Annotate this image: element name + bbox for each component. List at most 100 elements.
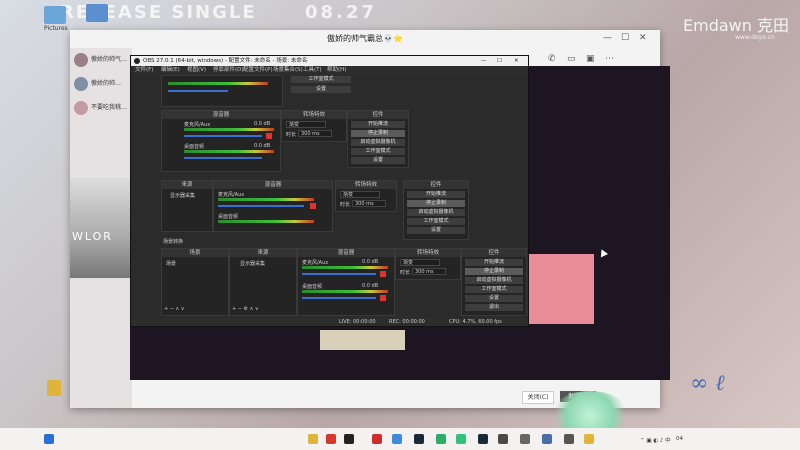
- chat-contact-list: 傲娇的帅气… 傲娇的帅… 不要吃我桃… WLOR: [70, 48, 132, 408]
- mute-icon[interactable]: [310, 203, 316, 209]
- mixer-track-name: 桌面音频: [184, 144, 205, 150]
- monitor-icon[interactable]: [86, 4, 108, 22]
- audio-level-meter: [184, 150, 274, 153]
- source-item[interactable]: 显示器采集: [240, 260, 265, 267]
- menu-edit[interactable]: 编辑(E): [161, 66, 180, 75]
- transition-select[interactable]: 渐变: [400, 259, 440, 266]
- wechat-icon[interactable]: [436, 434, 446, 444]
- minimize-icon[interactable]: —: [603, 33, 612, 43]
- volume-slider[interactable]: [168, 90, 228, 92]
- audio-level-meter: [218, 220, 314, 223]
- steam-icon[interactable]: [478, 434, 488, 444]
- qq-music-icon[interactable]: [456, 434, 466, 444]
- studio-mode-button[interactable]: 工作室模式: [465, 286, 523, 293]
- chat-window-title: 傲娇的帅气霸总💀⭐: [327, 34, 403, 43]
- exit-button[interactable]: 退出: [465, 304, 523, 311]
- audio-level-meter: [184, 128, 274, 131]
- duration-field[interactable]: 300 ms: [298, 130, 332, 137]
- settings-button[interactable]: 设置: [291, 86, 351, 93]
- red-app-icon[interactable]: [326, 434, 336, 444]
- rec-timer: REC: 00:00:00: [389, 319, 425, 325]
- stop-recording-button[interactable]: 停止录制: [351, 130, 405, 137]
- maximize-icon[interactable]: ☐: [497, 56, 502, 66]
- avatar: [74, 77, 88, 91]
- menu-profile[interactable]: 配置文件(P): [243, 66, 273, 75]
- stop-recording-button[interactable]: 停止录制: [407, 200, 465, 207]
- menu-scene-collection[interactable]: 场景集合(S): [273, 66, 303, 75]
- chrome-icon[interactable]: [392, 434, 402, 444]
- duration-field[interactable]: 300 ms: [412, 268, 446, 275]
- video-call-icon[interactable]: ▭: [567, 54, 576, 64]
- windows-logo-icon[interactable]: [44, 434, 54, 444]
- folder-icon[interactable]: [47, 380, 61, 396]
- game-icon[interactable]: [498, 434, 508, 444]
- obs-app-icon[interactable]: [564, 434, 574, 444]
- contact-item[interactable]: 傲娇的帅…: [74, 74, 130, 96]
- transition-select[interactable]: 渐变: [286, 121, 326, 128]
- add-remove-icons[interactable]: + − ∧ ∨: [164, 306, 184, 312]
- netease-music-icon[interactable]: [372, 434, 382, 444]
- menu-docks[interactable]: 停靠部件(D): [213, 66, 244, 75]
- panel-header: 混音器: [298, 249, 394, 257]
- duration-label: 时长: [340, 202, 351, 208]
- mute-icon[interactable]: [380, 271, 386, 277]
- duration-label: 时长: [286, 132, 297, 138]
- mixer-track-db: 0.0 dB: [362, 283, 379, 289]
- watermark-url: www.doyo.cn: [735, 34, 775, 41]
- studio-mode-button[interactable]: 工作室模式: [407, 218, 465, 225]
- image-folder-icon[interactable]: [44, 6, 66, 24]
- close-button[interactable]: 关闭(C): [522, 391, 554, 404]
- screen-share-icon[interactable]: ▣: [586, 54, 595, 64]
- settings-button[interactable]: 设置: [351, 157, 405, 164]
- studio-mode-button[interactable]: 工作室模式: [291, 76, 351, 83]
- start-streaming-button[interactable]: 开始推流: [351, 121, 405, 128]
- pink-brick-block: [528, 254, 594, 324]
- phone-icon[interactable]: ✆: [548, 54, 556, 64]
- scene-item[interactable]: 场景: [166, 260, 176, 267]
- record-icon[interactable]: [520, 434, 530, 444]
- qq-icon[interactable]: [344, 434, 354, 444]
- folder-icon[interactable]: [584, 434, 594, 444]
- add-remove-icons[interactable]: + − ⚙ ∧ ∨: [232, 306, 259, 312]
- app-icon[interactable]: [542, 434, 552, 444]
- menu-view[interactable]: 视图(V): [187, 66, 206, 75]
- volume-slider[interactable]: [218, 205, 304, 207]
- mixer-track-db: 0.0 dB: [254, 121, 271, 127]
- volume-slider[interactable]: [184, 135, 262, 137]
- volume-slider[interactable]: [302, 273, 376, 275]
- virtual-camera-button[interactable]: 启动虚拟摄像机: [465, 277, 523, 284]
- tray-icons[interactable]: ⌃ ▣ ◐ ♪ 中: [640, 436, 671, 444]
- stop-recording-button[interactable]: 停止录制: [465, 268, 523, 275]
- source-item[interactable]: 显示器采集: [170, 192, 195, 199]
- virtual-camera-button[interactable]: 启动虚拟摄像机: [351, 139, 405, 146]
- controls-panel: 控件 开始推流 停止录制 启动虚拟摄像机 工作室模式 设置: [403, 180, 469, 240]
- settings-button[interactable]: 设置: [465, 295, 523, 302]
- mute-icon[interactable]: [266, 133, 272, 139]
- panel-header: 来源: [230, 249, 296, 257]
- contact-item[interactable]: 不要吃我桃…: [74, 98, 130, 120]
- panel-header: 来源: [162, 181, 212, 189]
- settings-button[interactable]: 设置: [407, 227, 465, 234]
- duration-field[interactable]: 300 ms: [352, 200, 386, 207]
- volume-slider[interactable]: [184, 157, 262, 159]
- file-explorer-icon[interactable]: [308, 434, 318, 444]
- mute-icon[interactable]: [380, 295, 386, 301]
- close-icon[interactable]: ✕: [514, 56, 519, 66]
- start-streaming-button[interactable]: 开始推流: [465, 259, 523, 266]
- menu-tools[interactable]: 工具(T): [303, 66, 322, 75]
- start-streaming-button[interactable]: 开始推流: [407, 191, 465, 198]
- contact-item[interactable]: 傲娇的帅气…: [74, 50, 130, 72]
- menu-help[interactable]: 帮助(H): [327, 66, 346, 75]
- steam-icon[interactable]: [414, 434, 424, 444]
- virtual-camera-button[interactable]: 启动虚拟摄像机: [407, 209, 465, 216]
- studio-mode-button[interactable]: 工作室模式: [351, 148, 405, 155]
- panel-header: 控件: [462, 249, 526, 257]
- volume-slider[interactable]: [302, 297, 376, 299]
- transition-select[interactable]: 渐变: [340, 191, 380, 198]
- menu-file[interactable]: 文件(F): [135, 66, 153, 75]
- close-icon[interactable]: ✕: [639, 33, 647, 43]
- minimize-icon[interactable]: —: [481, 56, 487, 66]
- maximize-icon[interactable]: ☐: [621, 33, 629, 43]
- more-icon[interactable]: ⋯: [605, 54, 614, 64]
- panel-header: 混音器: [162, 111, 280, 119]
